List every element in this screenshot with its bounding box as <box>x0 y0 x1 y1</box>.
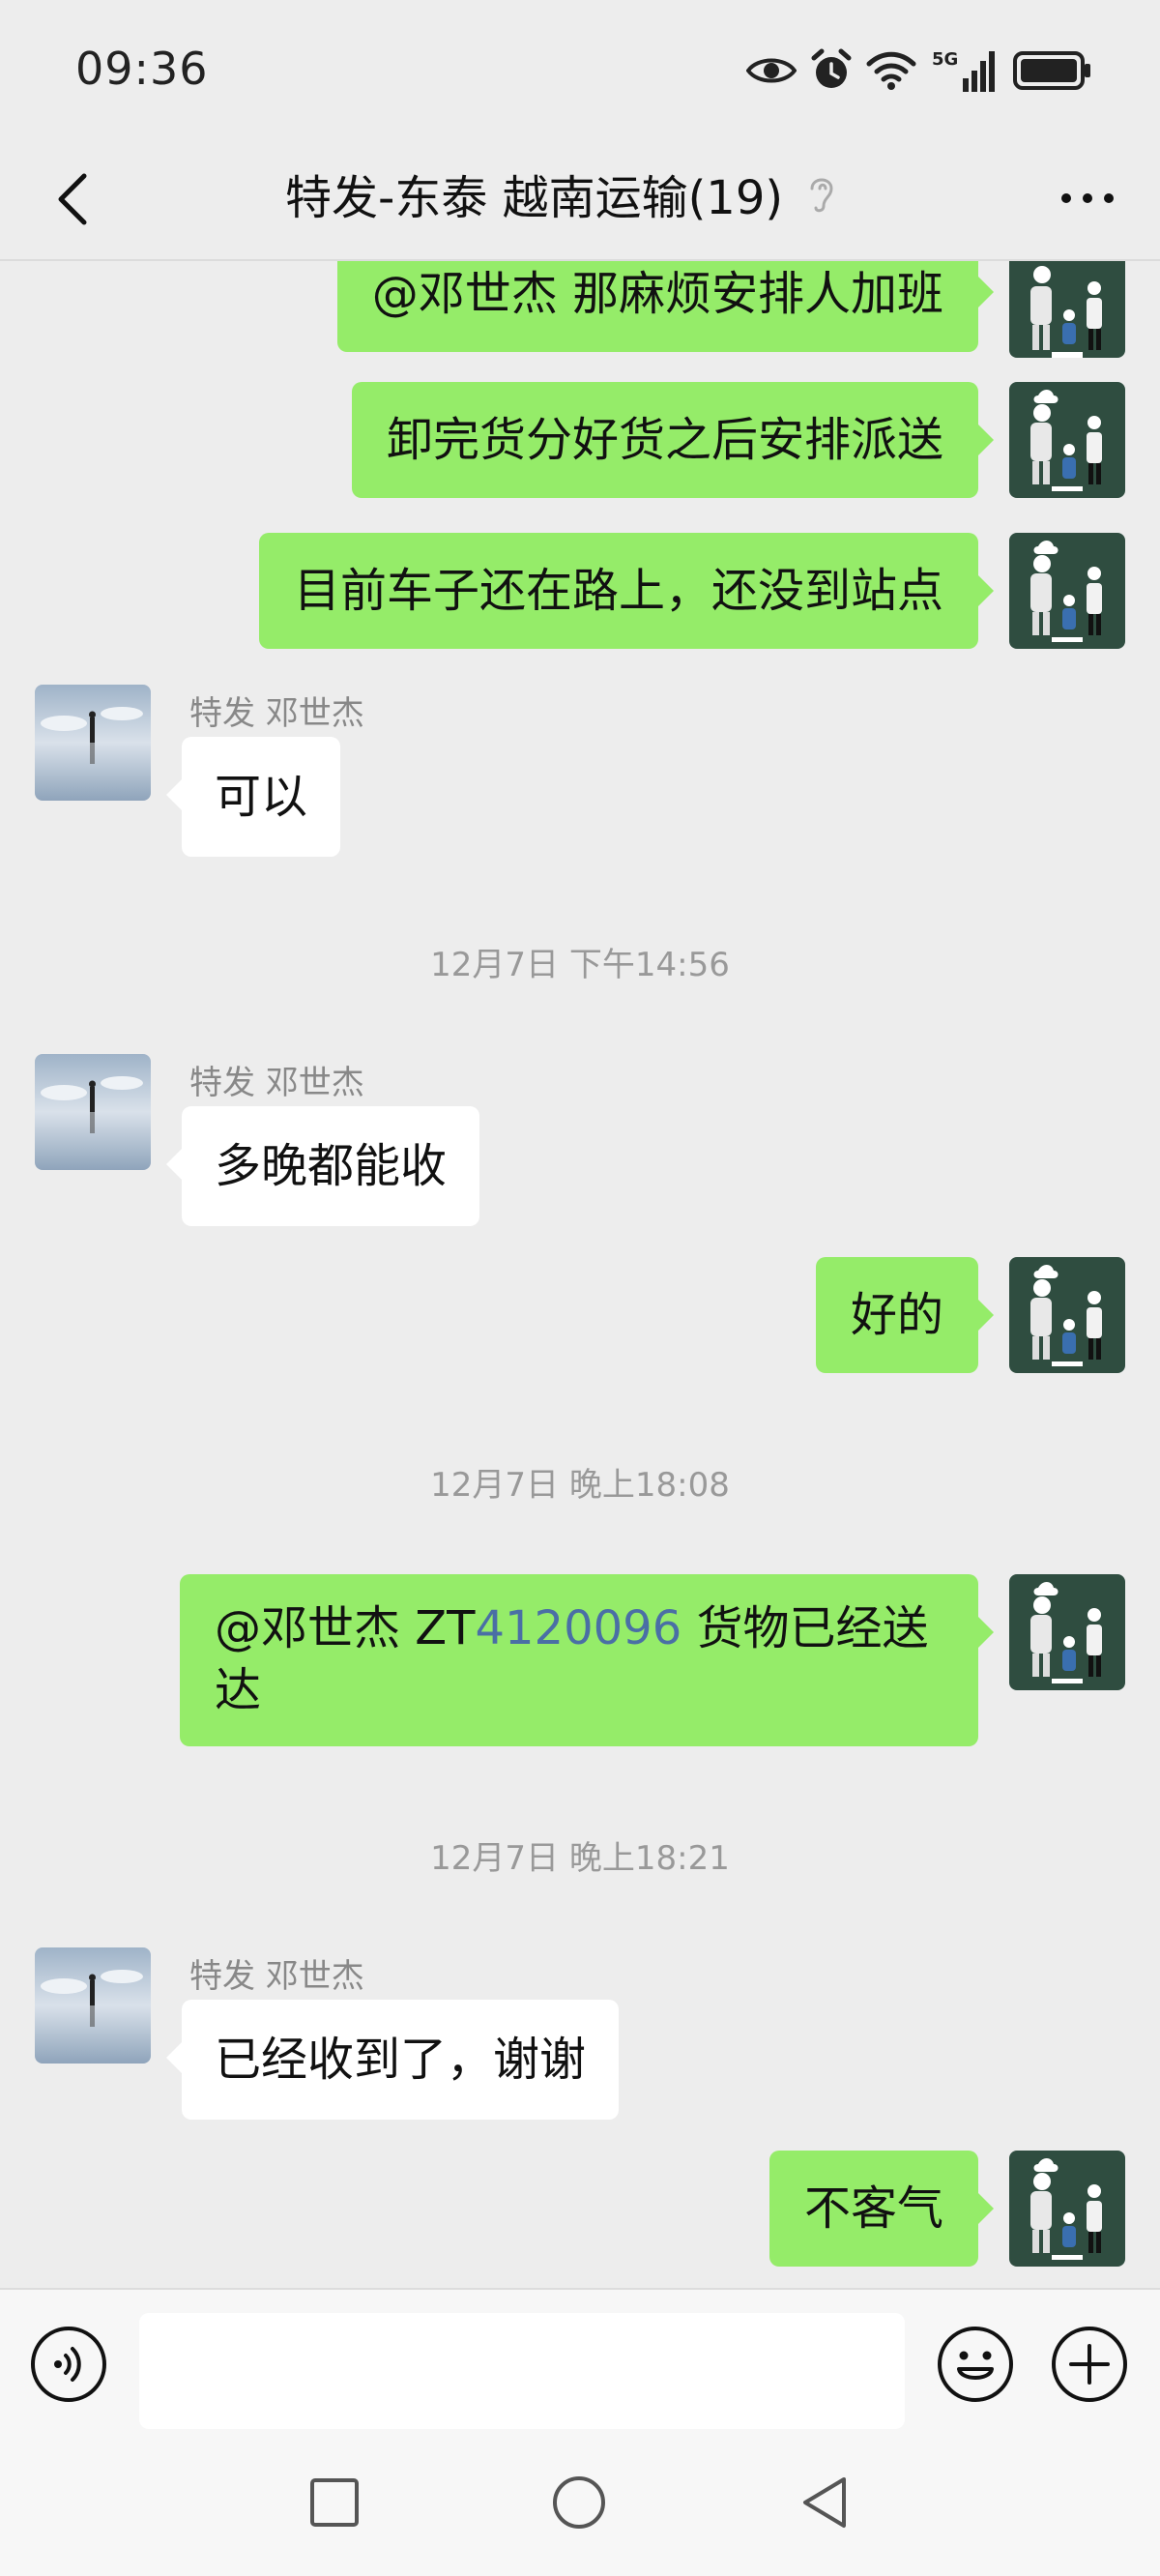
input-bar <box>0 2288 1160 2433</box>
message-bubble-self[interactable]: @邓世杰 ZT4120096 货物已经送 达 <box>180 1574 994 1746</box>
message-text: 卸完货分好货之后安排派送 <box>386 413 943 467</box>
avatar-other-image <box>35 1054 151 1170</box>
plus-icon <box>1052 2327 1127 2402</box>
avatar-self[interactable] <box>1009 1574 1125 1690</box>
message-text-line2: 达 <box>215 1663 262 1717</box>
message-bubble-other[interactable]: 已经收到了，谢谢 <box>165 2000 620 2120</box>
avatar-self[interactable] <box>1009 2151 1125 2267</box>
message-bubble-self[interactable]: 卸完货分好货之后安排派送 <box>351 382 995 498</box>
sender-name: 特发 邓世杰 <box>189 694 364 733</box>
avatar-self-image <box>1009 382 1125 498</box>
message-text-suffix: 货物已经送 <box>682 1601 929 1655</box>
timestamp: 12月7日 晚上18:08 <box>430 1466 730 1505</box>
timestamp: 12月7日 下午14:56 <box>430 946 730 984</box>
avatar-self[interactable] <box>1009 382 1125 498</box>
eye-icon <box>746 58 797 83</box>
message-text: 多晚都能收 <box>215 1139 448 1193</box>
plus-button[interactable] <box>1050 2325 1129 2404</box>
avatar-self-image <box>1009 1257 1125 1373</box>
message-input[interactable] <box>139 2313 905 2429</box>
avatar-self-image <box>1009 2151 1125 2267</box>
signal-icon: 5G <box>932 49 995 92</box>
back-button[interactable] <box>39 165 106 233</box>
battery-icon <box>1013 51 1090 90</box>
message-bubble-self[interactable]: 好的 <box>815 1257 995 1373</box>
emoji-icon <box>938 2327 1013 2402</box>
chat-title-group: 特发-东泰 越南运输(19) <box>285 160 839 227</box>
avatar-other-image <box>35 685 151 801</box>
avatar-other[interactable] <box>35 685 151 801</box>
status-time: 09:36 <box>75 43 209 95</box>
tracking-number-link[interactable]: 4120096 <box>475 1601 682 1655</box>
message-text: 好的 <box>850 1288 943 1342</box>
chat-header: 特发-东泰 越南运输(19) <box>0 140 1160 261</box>
message-text: 目前车子还在路上，还没到站点 <box>293 564 943 618</box>
emoji-button[interactable] <box>936 2325 1015 2404</box>
message-text: 已经收到了，谢谢 <box>215 2033 587 2087</box>
system-nav-bar <box>0 2433 1160 2576</box>
more-button[interactable] <box>1054 169 1121 227</box>
sender-name: 特发 邓世杰 <box>189 1064 364 1102</box>
more-dots-icon <box>1061 193 1114 203</box>
square-icon <box>310 2478 359 2527</box>
chat-message-list[interactable]: @邓世杰 那麻烦安排人加班 卸完货分好货之后安排派送 目前车子还在路上，还没到站… <box>0 261 1160 2287</box>
avatar-self[interactable] <box>1009 1257 1125 1373</box>
message-bubble-other[interactable]: 可以 <box>165 737 341 857</box>
system-back-button[interactable] <box>798 2474 852 2532</box>
avatar-self-image <box>1009 533 1125 649</box>
voice-button[interactable] <box>29 2325 108 2404</box>
ear-icon <box>810 178 833 213</box>
svg-text:5G: 5G <box>932 49 958 70</box>
recent-apps-button[interactable] <box>307 2475 362 2530</box>
message-text: 可以 <box>215 770 308 824</box>
avatar-self[interactable] <box>1009 261 1125 358</box>
message-bubble-self[interactable]: @邓世杰 那麻烦安排人加班 <box>336 261 995 352</box>
wifi-icon <box>866 51 916 90</box>
avatar-other[interactable] <box>35 1054 151 1170</box>
message-text-prefix: @邓世杰 ZT <box>215 1601 476 1655</box>
chat-title: 特发-东泰 越南运输(19) <box>285 171 784 225</box>
message-text: @邓世杰 那麻烦安排人加班 <box>371 267 943 321</box>
avatar-other[interactable] <box>35 1947 151 2064</box>
avatar-self[interactable] <box>1009 533 1125 649</box>
status-bar: 09:36 5G <box>0 0 1160 140</box>
home-button[interactable] <box>550 2474 608 2532</box>
avatar-self-image <box>1009 1574 1125 1690</box>
chevron-left-icon <box>58 173 87 225</box>
avatar-self-image <box>1009 261 1125 358</box>
avatar-other-image <box>35 1947 151 2064</box>
message-bubble-self[interactable]: 目前车子还在路上，还没到站点 <box>258 533 995 649</box>
status-icons: 5G <box>746 44 1092 97</box>
triangle-back-icon <box>803 2477 846 2528</box>
message-bubble-self[interactable]: 不客气 <box>768 2151 995 2267</box>
circle-icon <box>553 2476 605 2529</box>
alarm-icon <box>811 48 852 88</box>
message-text: 不客气 <box>803 2181 943 2236</box>
message-bubble-other[interactable]: 多晚都能收 <box>165 1106 480 1226</box>
sender-name: 特发 邓世杰 <box>189 1957 364 1996</box>
timestamp: 12月7日 晚上18:21 <box>430 1839 730 1878</box>
voice-icon <box>31 2327 106 2402</box>
